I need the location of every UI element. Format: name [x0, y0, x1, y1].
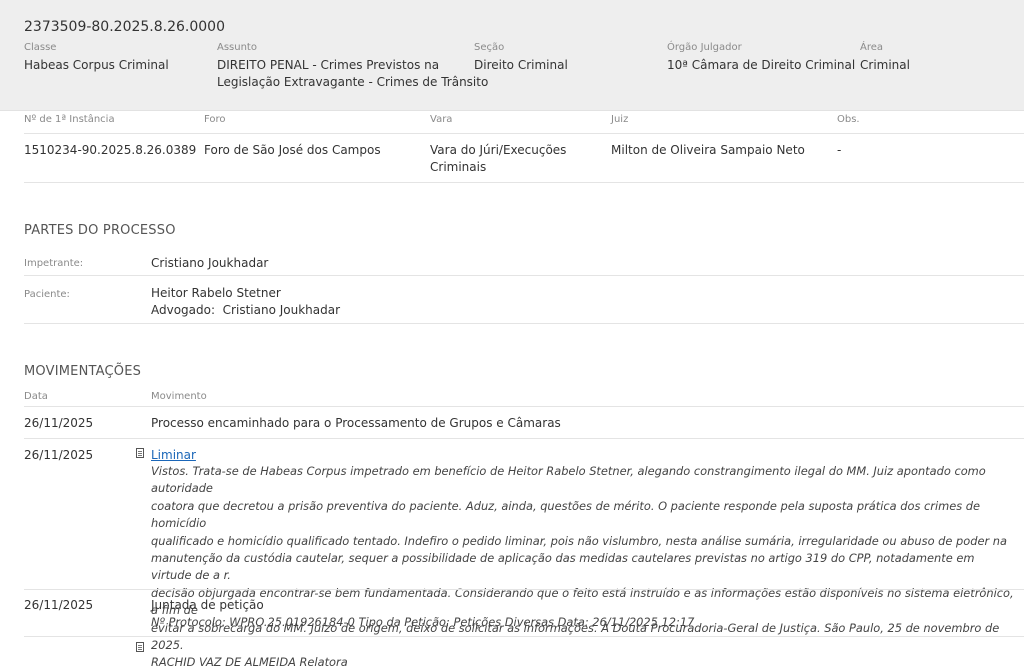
- description-line: Vistos. Trata-se de Habeas Corpus impetr…: [151, 464, 986, 496]
- process-header: 2373509-80.2025.8.26.0000 Classe Habeas …: [0, 0, 1024, 111]
- assunto-value-line-1: DIREITO PENAL - Crimes Previstos na: [217, 58, 440, 72]
- assunto-label: Assunto: [217, 42, 257, 53]
- classe-label: Classe: [24, 42, 57, 53]
- divider: [24, 182, 1024, 183]
- orgao-julgador-label: Órgão Julgador: [667, 42, 742, 53]
- divider: [24, 406, 1024, 407]
- advogado-name: Cristiano Joukhadar: [222, 303, 341, 317]
- foro-label: Foro: [204, 114, 226, 125]
- vara-line-1: Vara do Júri/Execuções: [430, 143, 567, 157]
- juiz-value: Milton de Oliveira Sampaio Neto: [611, 143, 805, 157]
- movement-date: 26/11/2025: [24, 598, 94, 612]
- process-number: 2373509-80.2025.8.26.0000: [24, 19, 225, 35]
- advogado-line: Advogado: Cristiano Joukhadar: [151, 302, 340, 319]
- first-instance-number[interactable]: 1510234-90.2025.8.26.0389: [24, 142, 196, 159]
- movement-date: 26/11/2025: [24, 416, 94, 430]
- first-instance-number-label: Nº de 1ª Instância: [24, 114, 115, 125]
- divider: [24, 133, 1024, 134]
- divider: [24, 323, 1024, 324]
- obs-value: -: [837, 143, 842, 157]
- assunto-field: Assunto DIREITO PENAL - Crimes Previstos…: [217, 42, 488, 91]
- divider: [24, 589, 1024, 590]
- classe-field: Classe Habeas Corpus Criminal: [24, 42, 169, 74]
- description-line: qualificado e homicídio qualificado tent…: [151, 533, 1007, 548]
- document-icon[interactable]: [136, 642, 144, 652]
- secao-label: Seção: [474, 42, 505, 53]
- liminar-link-label[interactable]: Liminar: [151, 448, 196, 462]
- orgao-julgador-value: 10ª Câmara de Direito Criminal: [667, 58, 856, 72]
- divider: [24, 275, 1024, 276]
- vara-value: Vara do Júri/Execuções Criminais: [430, 142, 566, 176]
- document-icon[interactable]: [136, 448, 144, 458]
- impetrante-name: Cristiano Joukhadar: [151, 256, 269, 270]
- divider: [24, 438, 1024, 439]
- obs-label: Obs.: [837, 114, 860, 125]
- juiz-label: Juiz: [611, 114, 629, 125]
- movement-date: 26/11/2025: [24, 448, 94, 462]
- area-value: Criminal: [860, 58, 910, 72]
- column-header-movement: Movimento: [151, 391, 207, 402]
- foro-value: Foro de São José dos Campos: [204, 143, 381, 157]
- area-label: Área: [860, 42, 884, 53]
- classe-value: Habeas Corpus Criminal: [24, 58, 169, 72]
- parties-title: PARTES DO PROCESSO: [24, 223, 176, 238]
- vara-line-2: Criminais: [430, 160, 487, 174]
- secao-value: Direito Criminal: [474, 58, 568, 72]
- divider: [24, 636, 1024, 637]
- paciente-label: Paciente:: [24, 289, 70, 300]
- movement-text: Juntada de petição: [151, 598, 264, 612]
- movement-text: Processo encaminhado para o Processament…: [151, 416, 561, 430]
- area-field: Área Criminal: [860, 42, 910, 74]
- paciente-name: Heitor Rabelo Stetner: [151, 286, 281, 300]
- liminar-link[interactable]: Liminar: [151, 447, 196, 464]
- movement-description: Vistos. Trata-se de Habeas Corpus impetr…: [151, 463, 1017, 672]
- vara-label: Vara: [430, 114, 453, 125]
- movements-title: MOVIMENTAÇÕES: [24, 364, 142, 379]
- description-line: manutenção da custódia cautelar, sequer …: [151, 551, 975, 583]
- column-header-date: Data: [24, 391, 48, 402]
- description-line: coatora que decretou a prisão preventiva…: [151, 498, 981, 531]
- orgao-julgador-field: Órgão Julgador 10ª Câmara de Direito Cri…: [667, 42, 855, 74]
- assunto-value-line-2: Legislação Extravagante - Crimes de Trân…: [217, 75, 489, 89]
- movement-detail: Nº Protocolo: WPRO.25.01926184-0 Tipo da…: [151, 615, 695, 629]
- advogado-label: Advogado:: [151, 303, 216, 317]
- description-line: RACHID VAZ DE ALMEIDA Relatora: [151, 655, 348, 670]
- impetrante-label: Impetrante:: [24, 258, 84, 269]
- secao-field: Seção Direito Criminal: [474, 42, 568, 74]
